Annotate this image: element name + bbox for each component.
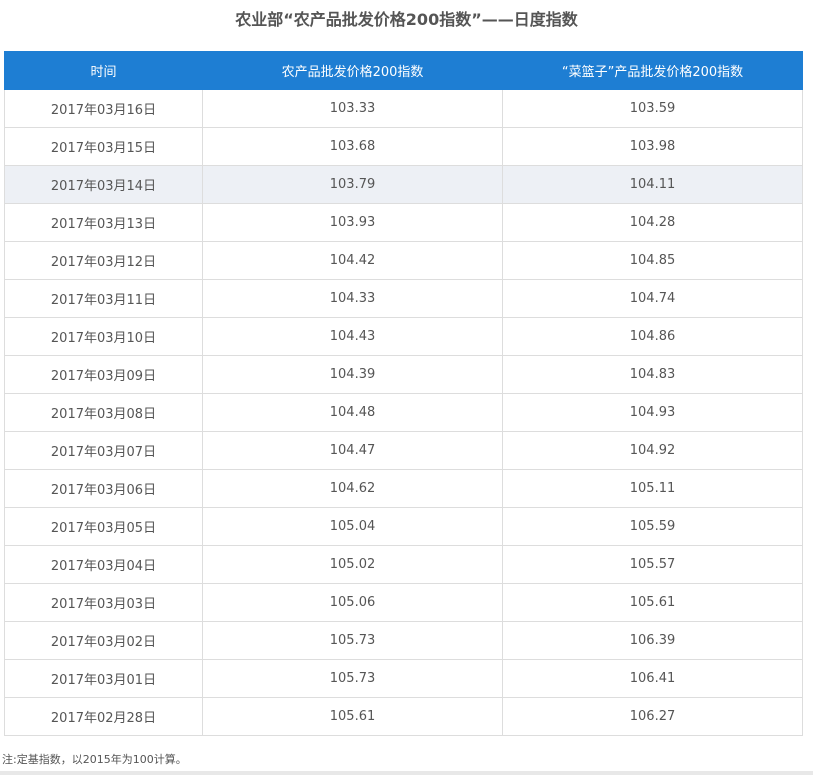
cell-date: 2017年03月14日	[4, 165, 203, 204]
cell-basket-index: 103.98	[502, 127, 803, 166]
cell-agri-index: 105.73	[202, 621, 503, 660]
table-row: 2017年03月02日 105.73 106.39	[4, 621, 803, 660]
table-row: 2017年03月03日 105.06 105.61	[4, 583, 803, 622]
table-row: 2017年03月15日 103.68 103.98	[4, 127, 803, 166]
cell-basket-index: 105.61	[502, 583, 803, 622]
cell-basket-index: 106.27	[502, 697, 803, 736]
cell-agri-index: 105.73	[202, 659, 503, 698]
table-row: 2017年03月05日 105.04 105.59	[4, 507, 803, 546]
cell-agri-index: 103.93	[202, 203, 503, 242]
cell-agri-index: 104.62	[202, 469, 503, 508]
cell-agri-index: 104.48	[202, 393, 503, 432]
cell-basket-index: 104.74	[502, 279, 803, 318]
cell-agri-index: 103.79	[202, 165, 503, 204]
cell-date: 2017年03月07日	[4, 431, 203, 470]
page-title: 农业部“农产品批发价格200指数”——日度指数	[235, 10, 578, 29]
cell-basket-index: 105.57	[502, 545, 803, 584]
cell-agri-index: 104.42	[202, 241, 503, 280]
table-row: 2017年03月09日 104.39 104.83	[4, 355, 803, 394]
table-row: 2017年03月04日 105.02 105.57	[4, 545, 803, 584]
cell-date: 2017年03月13日	[4, 203, 203, 242]
cell-date: 2017年03月02日	[4, 621, 203, 660]
cell-date: 2017年03月08日	[4, 393, 203, 432]
table-header-row: 时间 农产品批发价格200指数 “菜篮子”产品批发价格200指数	[4, 51, 803, 90]
cell-date: 2017年03月06日	[4, 469, 203, 508]
table-row: 2017年03月11日 104.33 104.74	[4, 279, 803, 318]
column-header-agri-index: 农产品批发价格200指数	[202, 51, 503, 90]
cell-agri-index: 104.39	[202, 355, 503, 394]
table-row: 2017年03月06日 104.62 105.11	[4, 469, 803, 508]
cell-basket-index: 104.28	[502, 203, 803, 242]
table-row: 2017年03月12日 104.42 104.85	[4, 241, 803, 280]
cell-date: 2017年03月01日	[4, 659, 203, 698]
cell-agri-index: 103.33	[202, 89, 503, 128]
cell-date: 2017年03月15日	[4, 127, 203, 166]
cell-date: 2017年03月04日	[4, 545, 203, 584]
cell-date: 2017年03月16日	[4, 89, 203, 128]
table-row: 2017年03月07日 104.47 104.92	[4, 431, 803, 470]
table-row: 2017年03月13日 103.93 104.28	[4, 203, 803, 242]
cell-date: 2017年03月09日	[4, 355, 203, 394]
cell-date: 2017年03月05日	[4, 507, 203, 546]
bottom-divider	[0, 771, 813, 775]
table-header: 时间 农产品批发价格200指数 “菜篮子”产品批发价格200指数	[4, 51, 803, 90]
cell-basket-index: 106.39	[502, 621, 803, 660]
cell-agri-index: 104.47	[202, 431, 503, 470]
cell-basket-index: 104.86	[502, 317, 803, 356]
cell-basket-index: 104.85	[502, 241, 803, 280]
table-row: 2017年03月14日 103.79 104.11	[4, 165, 803, 204]
cell-date: 2017年03月12日	[4, 241, 203, 280]
cell-agri-index: 105.06	[202, 583, 503, 622]
index-table-container: 时间 农产品批发价格200指数 “菜篮子”产品批发价格200指数 2017年03…	[4, 51, 803, 736]
cell-date: 2017年03月03日	[4, 583, 203, 622]
cell-basket-index: 104.92	[502, 431, 803, 470]
cell-basket-index: 105.11	[502, 469, 803, 508]
cell-agri-index: 105.61	[202, 697, 503, 736]
cell-basket-index: 105.59	[502, 507, 803, 546]
cell-agri-index: 104.33	[202, 279, 503, 318]
cell-basket-index: 104.93	[502, 393, 803, 432]
column-header-date: 时间	[4, 51, 203, 90]
table-row: 2017年02月28日 105.61 106.27	[4, 697, 803, 736]
table-row: 2017年03月01日 105.73 106.41	[4, 659, 803, 698]
footnote: 注:定基指数，以2015年为100计算。	[2, 753, 187, 766]
cell-date: 2017年02月28日	[4, 697, 203, 736]
cell-agri-index: 105.02	[202, 545, 503, 584]
table-row: 2017年03月08日 104.48 104.93	[4, 393, 803, 432]
index-table: 时间 农产品批发价格200指数 “菜篮子”产品批发价格200指数 2017年03…	[4, 51, 803, 736]
cell-basket-index: 104.11	[502, 165, 803, 204]
cell-basket-index: 104.83	[502, 355, 803, 394]
table-body: 2017年03月16日 103.33 103.59 2017年03月15日 103.68…	[4, 89, 803, 736]
cell-date: 2017年03月10日	[4, 317, 203, 356]
cell-basket-index: 103.59	[502, 89, 803, 128]
table-row: 2017年03月16日 103.33 103.59	[4, 89, 803, 128]
column-header-basket-index: “菜篮子”产品批发价格200指数	[502, 51, 803, 90]
cell-basket-index: 106.41	[502, 659, 803, 698]
cell-date: 2017年03月11日	[4, 279, 203, 318]
cell-agri-index: 105.04	[202, 507, 503, 546]
cell-agri-index: 103.68	[202, 127, 503, 166]
table-row: 2017年03月10日 104.43 104.86	[4, 317, 803, 356]
cell-agri-index: 104.43	[202, 317, 503, 356]
